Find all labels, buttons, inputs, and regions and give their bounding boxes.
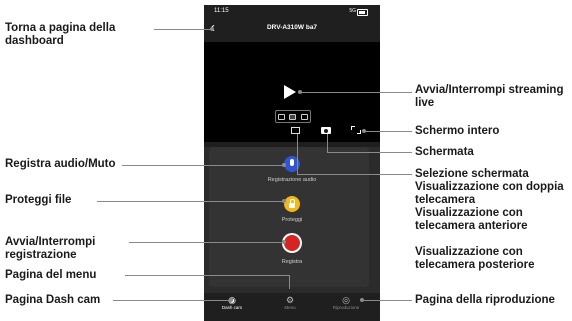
callout-dashcam-page: Pagina Dash cam xyxy=(5,294,101,306)
camera-icon[interactable] xyxy=(321,127,331,134)
protect-label: Proteggi xyxy=(281,217,303,223)
battery-icon xyxy=(357,9,368,16)
screen-selection-icon[interactable] xyxy=(291,127,300,134)
leader-menu xyxy=(125,275,290,276)
fullscreen-icon[interactable] xyxy=(351,126,361,134)
leader-dot-record xyxy=(282,240,286,244)
callout-front-camera-view: Visualizzazione con telecamera anteriore xyxy=(415,207,528,232)
tab-menu-label: Menu xyxy=(284,305,296,310)
leader-playback xyxy=(362,300,412,301)
status-time: 11:15 xyxy=(214,8,229,14)
leader-dot-protect xyxy=(282,199,286,203)
device-name: DRV-A310W ba7 xyxy=(266,24,318,31)
status-bar: 11:15 5G xyxy=(204,5,380,19)
callout-live-streaming: Avvia/Interrompi streaming live xyxy=(415,84,564,109)
leader-back xyxy=(154,29,212,30)
leader-menu-vertical xyxy=(289,275,290,289)
record-label: Registra xyxy=(281,259,303,265)
leader-selection xyxy=(297,174,412,175)
callout-playback-page: Pagina della riproduzione xyxy=(415,294,555,306)
record-audio-label: Registrazione audio xyxy=(267,177,317,183)
leader-dashcam xyxy=(113,300,231,301)
callout-dual-camera-view: Visualizzazione con doppia telecamera xyxy=(415,181,564,206)
callout-start-stop-recording: Avvia/Interrompi registrazione xyxy=(5,236,96,261)
leader-screenshot-vertical xyxy=(327,134,328,152)
dual-camera-icon[interactable] xyxy=(278,113,286,120)
tab-menu[interactable]: ⚙ Menu xyxy=(270,293,310,310)
controls-card: Registrazione audio Proteggi Registra xyxy=(209,147,369,287)
tab-playback-label: Riproduzione xyxy=(332,305,360,310)
front-camera-icon[interactable] xyxy=(289,113,297,120)
callout-screen-selection: Selezione schermata xyxy=(415,168,529,180)
leader-fullscreen xyxy=(365,131,412,132)
leader-dot-playback xyxy=(360,298,364,302)
callout-record-audio-mute: Registra audio/Muto xyxy=(5,158,116,170)
leader-dot-live xyxy=(298,90,302,94)
leader-selection-vertical xyxy=(297,134,298,174)
lock-icon[interactable] xyxy=(284,196,300,212)
network-indicator: 5G xyxy=(349,8,356,14)
callout-back-to-dashboard: Torna a pagina della dashboard xyxy=(5,22,116,47)
callout-protect-file: Proteggi file xyxy=(5,194,72,206)
leader-dot-audio xyxy=(282,163,286,167)
leader-protect xyxy=(97,201,284,202)
callout-rear-camera-view: Visualizzazione con telecamera posterior… xyxy=(415,246,535,271)
leader-live xyxy=(300,92,412,93)
leader-screenshot xyxy=(327,152,412,153)
leader-record xyxy=(129,242,284,243)
tab-dashcam-label: Dash cam xyxy=(221,305,243,310)
leader-dot-back xyxy=(210,27,214,31)
callout-menu-page: Pagina del menu xyxy=(5,269,97,281)
leader-dot-fullscreen xyxy=(362,129,366,133)
callout-fullscreen: Schermo intero xyxy=(415,125,500,137)
camera-mode-selector[interactable] xyxy=(275,110,311,123)
gear-icon: ⚙ xyxy=(285,295,295,305)
leader-audio xyxy=(122,165,284,166)
app-screenshot: 11:15 5G ‹ DRV-A310W ba7 Registrazione a… xyxy=(204,5,380,321)
rear-camera-icon[interactable] xyxy=(300,113,308,120)
callout-screenshot: Schermata xyxy=(415,146,474,158)
leader-dot-dashcam xyxy=(229,298,233,302)
play-icon[interactable] xyxy=(284,85,296,99)
